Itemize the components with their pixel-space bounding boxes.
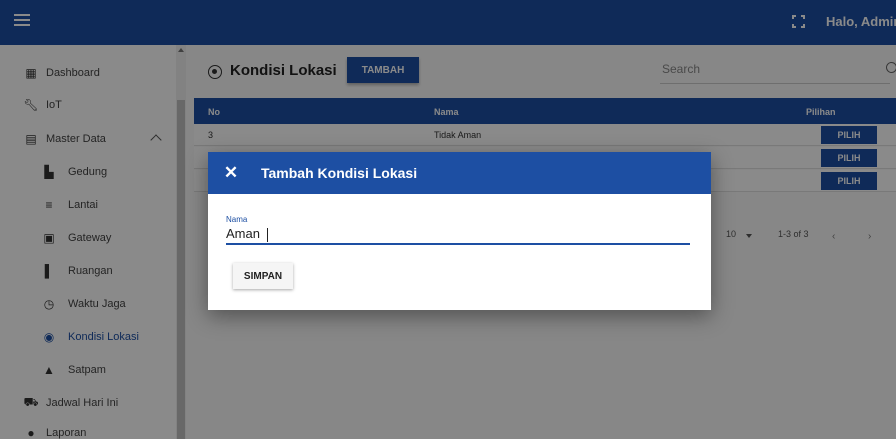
close-icon[interactable]: ✕ (221, 163, 241, 183)
dialog-title: Tambah Kondisi Lokasi (261, 165, 418, 181)
add-location-condition-dialog: ✕ Tambah Kondisi Lokasi Nama SIMPAN (208, 152, 711, 310)
dialog-toolbar: ✕ Tambah Kondisi Lokasi (208, 152, 711, 194)
name-field-label: Nama (226, 215, 248, 224)
text-cursor (267, 228, 268, 242)
save-button[interactable]: SIMPAN (233, 263, 293, 289)
name-field[interactable] (226, 225, 690, 245)
